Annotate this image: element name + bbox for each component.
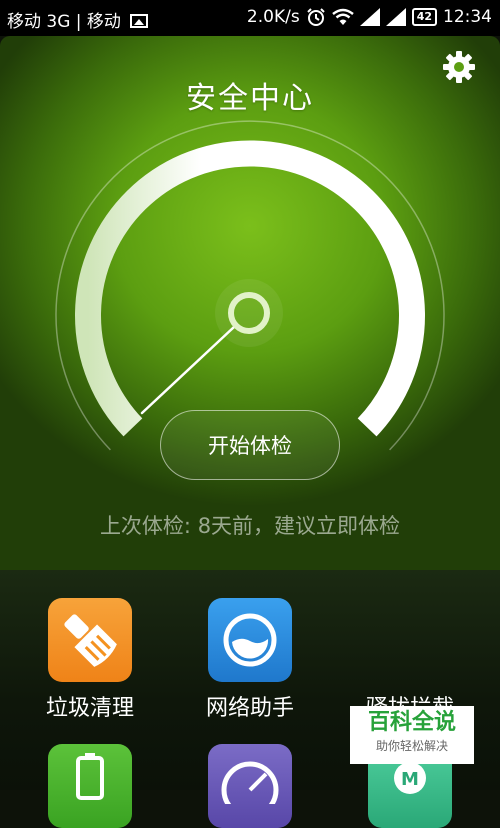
last-check-text: 上次体检: 8天前，建议立即体检: [99, 514, 401, 538]
permission-tile[interactable]: [208, 744, 292, 828]
tool-label-cleanup: 垃圾清理: [45, 696, 134, 721]
status-left: 移动 3G | 移动: [7, 7, 149, 32]
signal-icon: [359, 8, 380, 26]
network-tile[interactable]: [208, 598, 292, 682]
signal-icon-2: [385, 8, 406, 26]
network-icon: [223, 613, 277, 667]
broom-icon: [64, 614, 117, 667]
tool-label-network: 网络助手: [205, 696, 294, 721]
battery-icon: [76, 753, 104, 800]
wifi-icon: [331, 8, 354, 25]
net-speed: 2.0K/s: [246, 7, 300, 27]
battery-icon: 42: [411, 8, 437, 26]
alarm-icon: [306, 8, 325, 26]
watermark-title: 百科全说: [367, 710, 456, 735]
status-bar: 移动 3G | 移动 2.0K/s 42 12:34: [0, 0, 500, 36]
security-hero: 安全中心 开始体检 上次体检: 8天前，建议立即体检: [0, 36, 500, 570]
watermark-subtitle: 助你轻松解决: [375, 739, 448, 753]
watermark-badge: 百科全说 助你轻松解决: [350, 706, 474, 764]
gauge-needle: [140, 325, 236, 415]
permission-icon: [221, 761, 279, 819]
gauge-hub-halo: [215, 279, 283, 347]
security-gauge: [55, 120, 445, 451]
picture-icon: [130, 14, 149, 28]
cleanup-tile[interactable]: [48, 598, 132, 682]
battery-tile[interactable]: [48, 744, 132, 828]
status-right: 2.0K/s 42 12:34: [247, 7, 492, 27]
clock: 12:34: [443, 7, 492, 27]
carrier-text: 移动 3G | 移动: [7, 12, 121, 32]
start-check-button[interactable]: 开始体检: [160, 410, 340, 480]
svg-text:M: M: [401, 769, 419, 790]
